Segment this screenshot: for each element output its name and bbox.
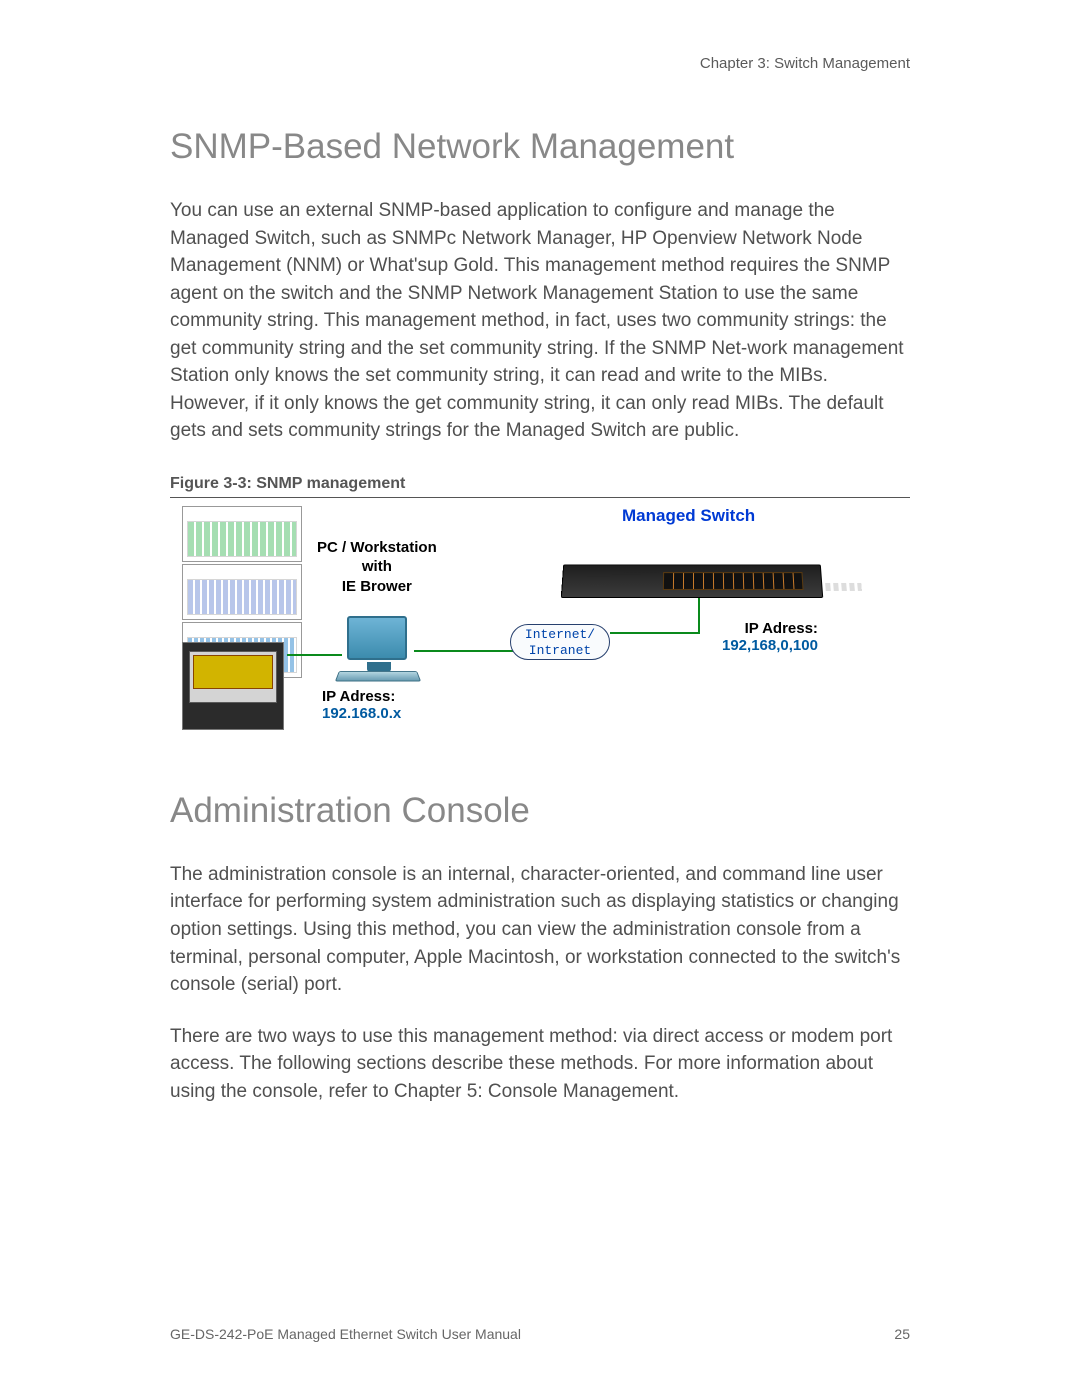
page-footer: GE-DS-242-PoE Managed Ethernet Switch Us… <box>170 1326 910 1342</box>
switch-ports-icon <box>663 572 804 590</box>
pc-label-line2: with <box>317 557 437 577</box>
footer-page-number: 25 <box>894 1326 910 1342</box>
section-heading-admin: Administration Console <box>170 791 910 831</box>
switch-leds-icon <box>825 583 862 591</box>
chapter-header: Chapter 3: Switch Management <box>170 55 910 72</box>
internet-intranet-cloud: Internet/ Intranet <box>510 624 610 660</box>
switch-ip-label: IP Adress: <box>722 620 818 637</box>
keyboard-icon <box>335 671 421 681</box>
connector-line <box>698 594 700 634</box>
managed-switch-title: Managed Switch <box>622 506 755 526</box>
pc-workstation-label: PC / Workstation with IE Brower <box>317 538 437 597</box>
cloud-label-line1: Internet/ <box>511 627 609 643</box>
cloud-label-line2: Intranet <box>511 643 609 659</box>
snmp-diagram: PC / Workstation with IE Brower IP Adres… <box>182 506 842 741</box>
figure-underline <box>170 497 910 498</box>
thumbnail-map-icon <box>182 642 284 730</box>
footer-manual-title: GE-DS-242-PoE Managed Ethernet Switch Us… <box>170 1326 521 1342</box>
switch-ip-group: IP Adress: 192,168,0,100 <box>722 620 818 654</box>
section-heading-snmp: SNMP-Based Network Management <box>170 127 910 167</box>
monitor-icon <box>347 616 407 660</box>
connector-line <box>287 654 342 656</box>
pc-label-line1: PC / Workstation <box>317 538 437 558</box>
thumbnail-chart-icon <box>182 564 302 620</box>
pc-ip-group: IP Adress: 192.168.0.x <box>322 688 401 722</box>
thumbnail-chart-icon <box>182 506 302 562</box>
managed-switch-icon <box>561 564 823 598</box>
figure-caption: Figure 3-3: SNMP management <box>170 475 910 493</box>
admin-body-2: There are two ways to use this managemen… <box>170 1023 910 1106</box>
admin-body-1: The administration console is an interna… <box>170 861 910 999</box>
connector-line <box>610 632 698 634</box>
pc-ip-label: IP Adress: <box>322 688 401 705</box>
pc-ip-value: 192.168.0.x <box>322 705 401 722</box>
snmp-body-text: You can use an external SNMP-based appli… <box>170 197 910 445</box>
pc-label-line3: IE Brower <box>317 577 437 597</box>
switch-ip-value: 192,168,0,100 <box>722 637 818 654</box>
